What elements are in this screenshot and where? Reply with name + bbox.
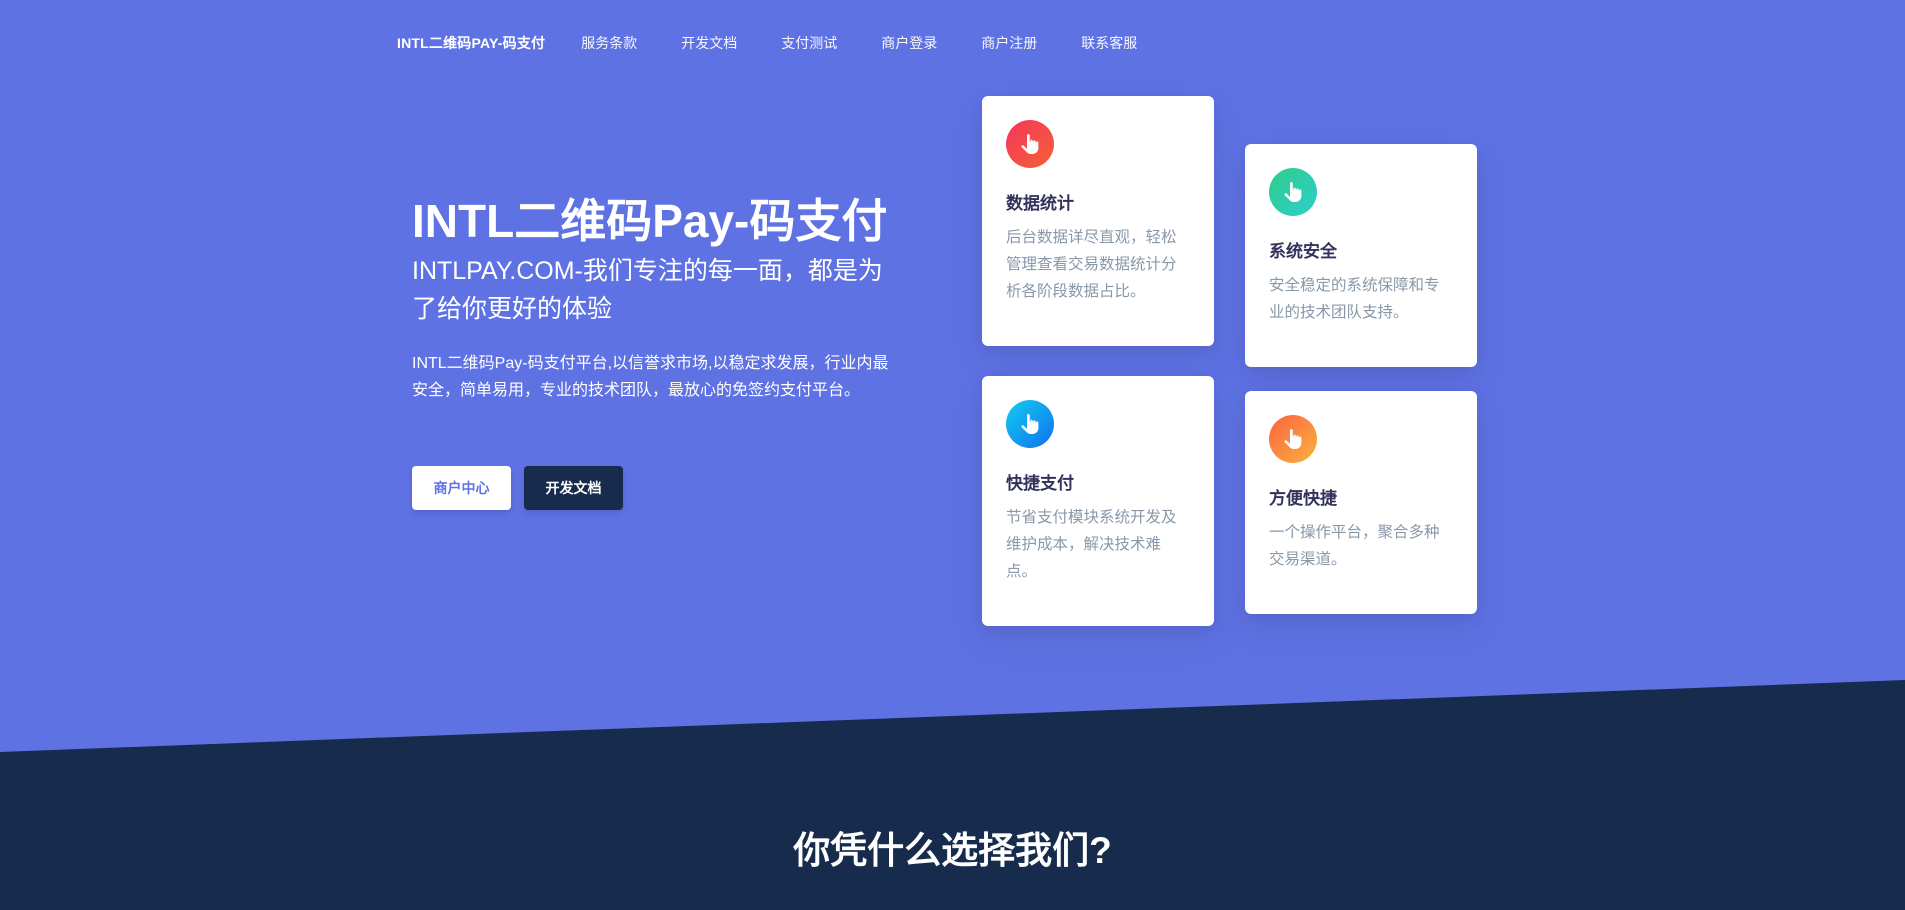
nav-link-payment-test[interactable]: 支付测试: [781, 33, 837, 53]
nav-link-merchant-register[interactable]: 商户注册: [981, 33, 1037, 53]
card-title: 方便快捷: [1269, 489, 1337, 508]
feature-card-security: 系统安全 安全稳定的系统保障和专业的技术团队支持。: [1245, 144, 1477, 367]
card-text: 节省支付模块系统开发及维护成本，解决技术难点。: [1006, 509, 1177, 580]
nav-link-contact-support[interactable]: 联系客服: [1081, 33, 1137, 53]
merchant-center-button[interactable]: 商户中心: [412, 466, 511, 510]
card-title: 快捷支付: [1006, 474, 1074, 493]
hand-pointer-icon: [1269, 415, 1317, 463]
hero-title: INTL二维码Pay-码支付: [412, 195, 888, 247]
card-text: 安全稳定的系统保障和专业的技术团队支持。: [1269, 277, 1440, 321]
card-text: 后台数据详尽直观，轻松管理查看交易数据统计分析各阶段数据占比。: [1006, 229, 1177, 300]
card-title: 数据统计: [1006, 194, 1074, 213]
nav-link-docs[interactable]: 开发文档: [681, 33, 737, 53]
hero-button-row: 商户中心 开发文档: [412, 466, 623, 510]
nav-link-merchant-login[interactable]: 商户登录: [881, 33, 937, 53]
hand-pointer-icon: [1006, 120, 1054, 168]
nav-link-terms[interactable]: 服务条款: [581, 33, 637, 53]
hero-subtitle: INTLPAY.COM-我们专注的每一面，都是为了给你更好的体验: [412, 257, 883, 323]
card-text: 一个操作平台，聚合多种交易渠道。: [1269, 524, 1440, 568]
feature-card-statistics: 数据统计 后台数据详尽直观，轻松管理查看交易数据统计分析各阶段数据占比。: [982, 96, 1214, 346]
feature-card-convenience: 方便快捷 一个操作平台，聚合多种交易渠道。: [1245, 391, 1477, 614]
hero-description: INTL二维码Pay-码支付平台,以信誉求市场,以稳定求发展，行业内最安全，简单…: [412, 355, 889, 399]
card-title: 系统安全: [1269, 242, 1337, 261]
hand-pointer-icon: [1269, 168, 1317, 216]
hand-pointer-icon: [1006, 400, 1054, 448]
feature-card-fast-payment: 快捷支付 节省支付模块系统开发及维护成本，解决技术难点。: [982, 376, 1214, 626]
dark-section-background: [0, 0, 1905, 910]
top-navbar: INTL二维码PAY-码支付 服务条款 开发文档 支付测试 商户登录 商户注册 …: [397, 30, 1181, 56]
brand-logo-link[interactable]: INTL二维码PAY-码支付: [397, 33, 545, 53]
hero-text-block: INTL二维码Pay-码支付 INTLPAY.COM-我们专注的每一面，都是为了…: [412, 190, 892, 404]
why-choose-us-heading: 你凭什么选择我们?: [793, 830, 1112, 871]
dev-docs-button[interactable]: 开发文档: [524, 466, 623, 510]
